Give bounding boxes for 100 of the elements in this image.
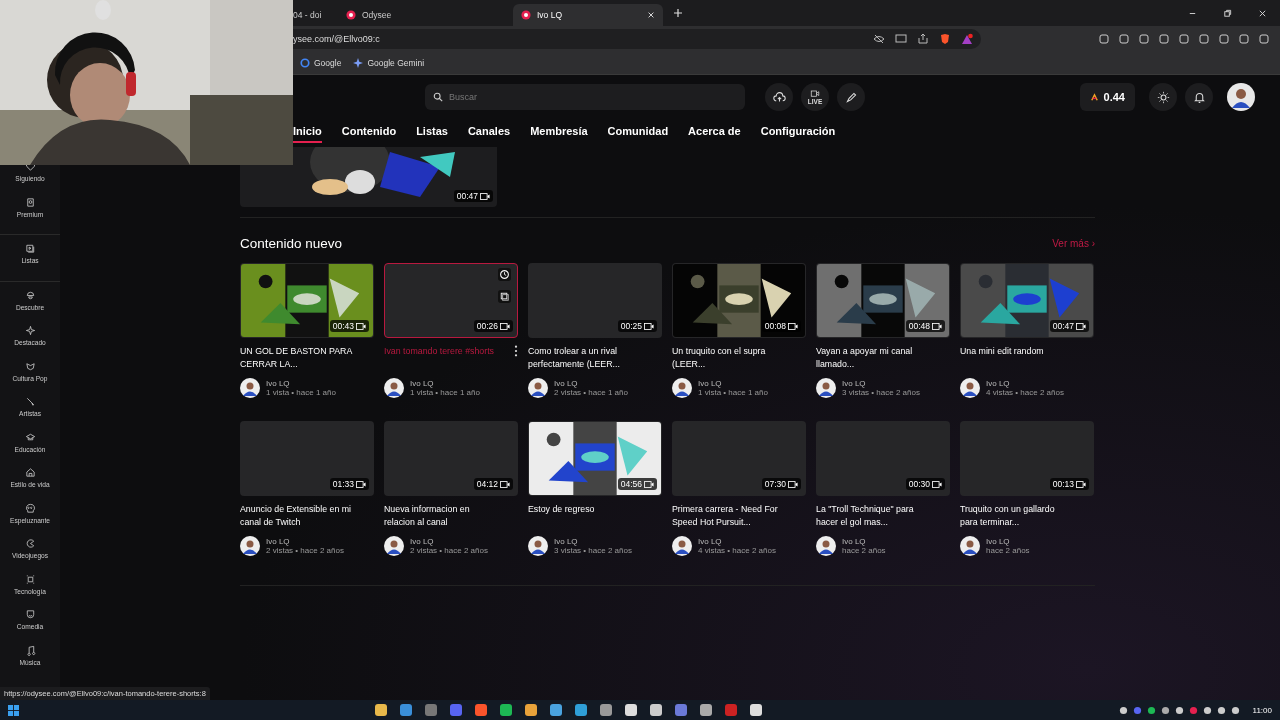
clock-icon[interactable] [498, 268, 511, 281]
channel-tab[interactable]: Contenido [341, 121, 397, 143]
avatar[interactable] [1227, 83, 1255, 111]
channel-name[interactable]: Ivo LQ [554, 537, 632, 546]
channel-name[interactable]: Ivo LQ [842, 379, 920, 388]
taskbar-app-icon[interactable] [624, 703, 639, 717]
channel-name[interactable]: Ivo LQ [698, 537, 776, 546]
video-title[interactable]: Primera carrera - Need For Speed Hot Pursuit... [672, 503, 784, 531]
close-icon[interactable] [647, 11, 655, 19]
lion-shield-icon[interactable] [939, 33, 951, 45]
channel-avatar[interactable] [528, 378, 548, 398]
channel-avatar[interactable] [816, 536, 836, 556]
theme-button[interactable] [1149, 83, 1177, 111]
channel-name[interactable]: Ivo LQ [698, 379, 768, 388]
publish-button[interactable] [837, 83, 865, 111]
video-thumbnail[interactable]: 00:08 [672, 263, 806, 338]
video-thumbnail[interactable]: 04:56 [528, 421, 662, 496]
video-title[interactable]: Vayan a apoyar mi canal llamado... [816, 345, 928, 373]
channel-tab[interactable]: Acerca de [688, 121, 741, 143]
channel-tab[interactable]: Listas [416, 121, 448, 143]
channel-name[interactable]: Ivo LQ [410, 379, 480, 388]
channel-name[interactable]: Ivo LQ [554, 379, 628, 388]
video-thumbnail[interactable]: 07:30 [672, 421, 806, 496]
taskbar-app-icon[interactable] [599, 703, 614, 717]
browser-tab[interactable]: Ivo LQ [513, 4, 663, 26]
address-field[interactable]: ysee.com/@Ellvo09:c [293, 29, 981, 49]
bookmark[interactable]: Google [300, 58, 342, 68]
video-thumbnail[interactable]: 00:48 [816, 263, 950, 338]
channel-avatar[interactable] [240, 536, 260, 556]
taskbar-app-icon[interactable] [374, 703, 389, 717]
video-title[interactable]: La "Troll Technique" para hacer el gol mas... [816, 503, 928, 531]
video-thumbnail[interactable]: 00:13 [960, 421, 1094, 496]
video-title[interactable]: Como trolear a un rival perfectamente (LEER... [528, 345, 640, 373]
windows-logo-icon[interactable] [8, 704, 19, 716]
search-icon [433, 92, 443, 102]
search-field[interactable]: Buscar [425, 84, 745, 110]
taskbar-app-icon[interactable] [699, 703, 714, 717]
video-title[interactable]: Anuncio de Extensible en mi canal de Twitch [240, 503, 352, 531]
eye-off-icon[interactable] [873, 33, 885, 45]
chip-icon [24, 573, 36, 585]
taskbar-app-icon[interactable] [574, 703, 589, 717]
channel-avatar[interactable] [528, 536, 548, 556]
channel-avatar[interactable] [672, 536, 692, 556]
triangle-alert-icon[interactable] [961, 33, 973, 45]
duration-label: 00:48 [905, 320, 945, 332]
browser-tab[interactable]: Odysee [338, 4, 488, 26]
channel-avatar[interactable] [384, 378, 404, 398]
taskbar-app-icon[interactable] [549, 703, 564, 717]
video-thumbnail[interactable]: 00:30 [816, 421, 950, 496]
video-thumbnail[interactable]: 00:43 [240, 263, 374, 338]
video-title[interactable]: UN GOL DE BASTON PARA CERRAR LA... [240, 345, 352, 373]
taskbar-app-icon[interactable] [749, 703, 764, 717]
channel-name[interactable]: Ivo LQ [410, 537, 488, 546]
video-thumbnail[interactable]: 00:47 [960, 263, 1094, 338]
browser-tab[interactable]: 04 - doi [293, 4, 338, 26]
video-title[interactable]: Truquito con un gallardo para terminar... [960, 503, 1072, 531]
video-thumbnail[interactable]: 01:33 [240, 421, 374, 496]
pacman-icon [24, 538, 36, 549]
channel-avatar[interactable] [960, 536, 980, 556]
taskbar-app-icon[interactable] [524, 703, 539, 717]
channel-name[interactable]: Ivo LQ [842, 537, 886, 546]
video-stats: 4 vistas • hace 2 años [698, 546, 776, 555]
channel-name[interactable]: Ivo LQ [266, 537, 344, 546]
taskbar-app-icon[interactable] [474, 703, 489, 717]
video-title[interactable]: Nueva informacion en relacion al canal [384, 503, 496, 531]
video-thumbnail[interactable]: 04:12 [384, 421, 518, 496]
channel-tab[interactable]: Membresía [530, 121, 588, 143]
channel-name[interactable]: Ivo LQ [986, 379, 1064, 388]
channel-tab[interactable]: Configuración [760, 121, 836, 143]
channel-avatar[interactable] [240, 378, 260, 398]
channel-tab[interactable]: Canales [467, 121, 511, 143]
upload-button[interactable] [765, 83, 793, 111]
video-stats: 3 vistas • hace 2 años [842, 388, 920, 397]
cast-icon[interactable] [895, 33, 907, 45]
taskbar-app-icon[interactable] [649, 703, 664, 717]
graduation-cap-icon [24, 431, 36, 443]
layers-icon[interactable] [498, 290, 511, 303]
taskbar-app-icon[interactable] [499, 703, 514, 717]
notifications-button[interactable] [1185, 83, 1213, 111]
channel-name[interactable]: Ivo LQ [986, 537, 1030, 546]
video-title[interactable]: Una mini edit random [960, 345, 1072, 373]
close-icon[interactable] [1258, 8, 1267, 18]
more-options-icon[interactable] [514, 345, 518, 357]
channel-tab[interactable]: Comunidad [607, 121, 669, 143]
channel-avatar[interactable] [960, 378, 980, 398]
video-title[interactable]: Estoy de regreso [528, 503, 640, 531]
restore-icon[interactable] [1223, 8, 1232, 18]
duration-label: 04:12 [473, 478, 513, 490]
channel-avatar[interactable] [672, 378, 692, 398]
section-title: Contenido nuevo [240, 236, 343, 251]
video-thumbnail[interactable]: 00:25 [528, 263, 662, 338]
new-tab-icon[interactable] [673, 8, 683, 18]
bookmark[interactable]: Google Gemini [353, 58, 425, 68]
credits-button[interactable]: 0.44 [1079, 83, 1135, 111]
channel-avatar[interactable] [384, 536, 404, 556]
channel-avatar[interactable] [816, 378, 836, 398]
share-icon[interactable] [917, 33, 929, 45]
video-thumbnail[interactable]: 00:26 [384, 263, 518, 338]
channel-name[interactable]: Ivo LQ [266, 379, 336, 388]
video-title[interactable]: Un truquito con el supra (LEER... [672, 345, 784, 373]
